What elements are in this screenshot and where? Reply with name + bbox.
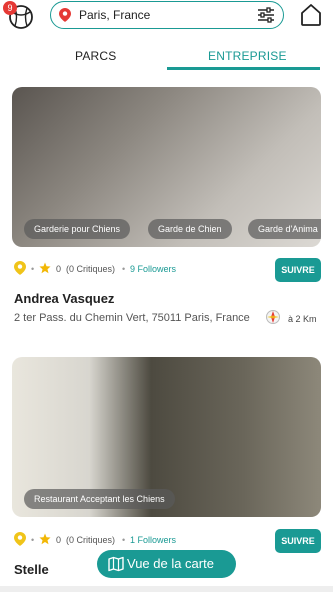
search-value: Paris, France bbox=[79, 8, 151, 22]
listing-distance: à 2 Km bbox=[288, 314, 317, 324]
tag-chips: Garderie pour Chiens Garde de Chien Gard… bbox=[12, 219, 321, 239]
listing-photo[interactable]: Garderie pour Chiens Garde de Chien Gard… bbox=[12, 87, 321, 247]
tag-chip[interactable]: Garde de Chien bbox=[148, 219, 232, 239]
tag-chip[interactable]: Garderie pour Chiens bbox=[24, 219, 131, 239]
separator-dot: • bbox=[122, 535, 126, 545]
location-marker-icon bbox=[14, 532, 26, 546]
critiques-count: (0 Critiques) bbox=[66, 535, 116, 545]
critiques-count: (0 Critiques) bbox=[66, 264, 116, 274]
tag-chip[interactable]: Restaurant Acceptant les Chiens bbox=[24, 489, 175, 509]
listing-stats: • 0 (0 Critiques) • 1 Followers bbox=[14, 532, 264, 548]
top-bar: 9 Paris, France bbox=[0, 0, 333, 36]
separator-dot: • bbox=[31, 535, 35, 545]
listing-photo[interactable]: Restaurant Acceptant les Chiens bbox=[12, 357, 321, 517]
category-tabs: PARCS ENTREPRISE bbox=[0, 40, 333, 70]
follow-button[interactable]: SUIVRE bbox=[275, 529, 321, 553]
listing-name[interactable]: Stelle bbox=[14, 562, 49, 577]
location-pin-icon bbox=[59, 8, 71, 22]
listing-stats: • 0 (0 Critiques) • 9 Followers bbox=[14, 261, 264, 277]
location-marker-icon bbox=[14, 261, 26, 275]
bottom-navigation-edge bbox=[0, 586, 333, 592]
active-tab-indicator bbox=[167, 67, 320, 70]
home-icon[interactable] bbox=[299, 3, 323, 27]
star-icon bbox=[39, 262, 51, 274]
notification-badge: 9 bbox=[3, 1, 17, 15]
separator-dot: • bbox=[31, 264, 35, 274]
follow-button[interactable]: SUIVRE bbox=[275, 258, 321, 282]
listing-name[interactable]: Andrea Vasquez bbox=[14, 291, 114, 306]
rating-value: 0 bbox=[56, 264, 62, 274]
followers-count: 1 Followers bbox=[130, 535, 177, 545]
tab-parcs[interactable]: PARCS bbox=[75, 49, 116, 63]
compass-icon bbox=[266, 310, 280, 324]
map-view-label: Vue de la carte bbox=[127, 556, 214, 571]
location-search-field[interactable]: Paris, France bbox=[50, 1, 284, 29]
followers-count: 9 Followers bbox=[130, 264, 177, 274]
tag-chip[interactable]: Garde d'Anima bbox=[248, 219, 321, 239]
listing-address: 2 ter Pass. du Chemin Vert, 75011 Paris,… bbox=[14, 312, 250, 324]
tag-chips: Restaurant Acceptant les Chiens bbox=[12, 489, 321, 509]
star-icon bbox=[39, 533, 51, 545]
map-view-button[interactable]: Vue de la carte bbox=[97, 550, 236, 578]
filter-sliders-icon[interactable] bbox=[257, 7, 275, 23]
separator-dot: • bbox=[122, 264, 126, 274]
map-icon bbox=[108, 556, 124, 572]
tab-entreprise[interactable]: ENTREPRISE bbox=[208, 49, 287, 63]
rating-value: 0 bbox=[56, 535, 62, 545]
